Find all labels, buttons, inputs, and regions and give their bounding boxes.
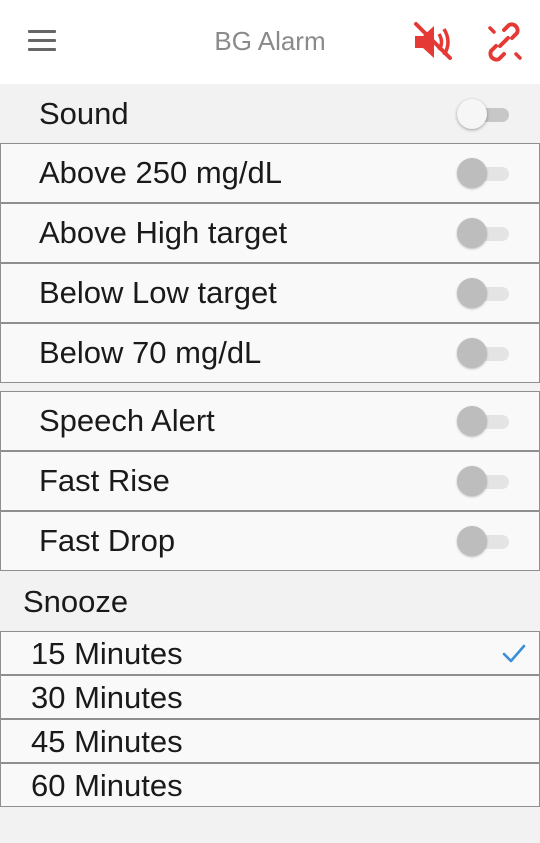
snooze-option-60[interactable]: 60 Minutes [0, 763, 540, 807]
snooze-option-45[interactable]: 45 Minutes [0, 719, 540, 763]
alarm-row-above-250[interactable]: Above 250 mg/dL [0, 143, 540, 203]
alarm-label: Fast Rise [39, 463, 170, 498]
switch-thumb [457, 158, 487, 188]
snooze-option-label: 30 Minutes [31, 680, 183, 715]
alarm-label: Below Low target [39, 275, 277, 310]
speech-alert-switch[interactable] [457, 406, 511, 436]
fast-drop-switch[interactable] [457, 526, 511, 556]
switch-thumb [457, 406, 487, 436]
above-high-switch[interactable] [457, 218, 511, 248]
alarm-row-fast-drop[interactable]: Fast Drop [0, 511, 540, 571]
fast-rise-switch[interactable] [457, 466, 511, 496]
switch-thumb [457, 218, 487, 248]
alarm-row-sound[interactable]: Sound [0, 84, 540, 144]
below-70-switch[interactable] [457, 338, 511, 368]
above-250-switch[interactable] [457, 158, 511, 188]
alarm-label: Above High target [39, 215, 288, 250]
alarm-label: Above 250 mg/dL [39, 155, 283, 190]
app-bar: BG Alarm [0, 0, 540, 84]
alarm-row-above-high[interactable]: Above High target [0, 203, 540, 263]
mute-button[interactable] [408, 18, 456, 66]
switch-thumb [457, 338, 487, 368]
alarm-label: Sound [39, 96, 129, 131]
switch-thumb [457, 466, 487, 496]
snooze-option-30[interactable]: 30 Minutes [0, 675, 540, 719]
snooze-option-label: 45 Minutes [31, 724, 183, 759]
alarm-label: Speech Alert [39, 403, 215, 438]
alarm-label: Below 70 mg/dL [39, 335, 262, 370]
checkmark-icon [502, 644, 526, 663]
alarm-row-speech-alert[interactable]: Speech Alert [0, 391, 540, 451]
page-title: BG Alarm [214, 26, 326, 56]
alarm-row-below-70[interactable]: Below 70 mg/dL [0, 323, 540, 383]
switch-thumb [457, 278, 487, 308]
below-low-switch[interactable] [457, 278, 511, 308]
switch-thumb [457, 526, 487, 556]
snooze-option-label: 15 Minutes [31, 636, 183, 671]
volume-off-icon [414, 22, 452, 60]
snooze-title: Snooze [23, 584, 129, 619]
link-off-icon [488, 22, 522, 62]
disconnect-button[interactable] [480, 18, 528, 66]
sound-switch[interactable] [457, 99, 511, 129]
alarm-row-fast-rise[interactable]: Fast Rise [0, 451, 540, 511]
snooze-option-15[interactable]: 15 Minutes [0, 631, 540, 675]
snooze-section-header: Snooze [0, 572, 540, 630]
switch-thumb [457, 99, 487, 129]
alarm-row-below-low[interactable]: Below Low target [0, 263, 540, 323]
snooze-option-label: 60 Minutes [31, 768, 183, 803]
alarm-label: Fast Drop [39, 523, 176, 558]
